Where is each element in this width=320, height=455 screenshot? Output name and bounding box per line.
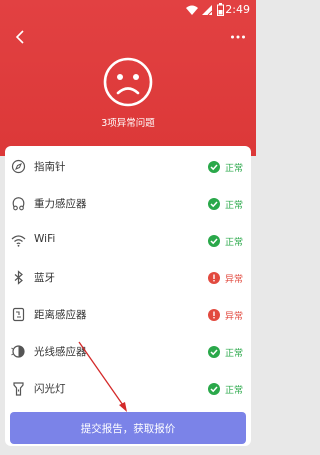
status-bar: 2:49	[0, 0, 256, 20]
check-ok-icon	[208, 346, 220, 358]
status-text: 异常	[225, 312, 244, 322]
gravity-sensor-icon	[12, 197, 25, 211]
check-label: 距离感应器	[34, 309, 87, 321]
status-time: 2:49	[225, 3, 250, 16]
flashlight-icon	[13, 382, 24, 396]
header: 2:49 3项异常问题	[0, 0, 256, 156]
check-error-icon	[208, 309, 220, 321]
check-label: 蓝牙	[34, 272, 55, 284]
check-ok-icon	[208, 235, 220, 247]
check-ok-icon	[208, 383, 220, 395]
check-ok-icon	[208, 198, 220, 210]
check-label: 指南针	[34, 161, 66, 173]
check-label: WiFi	[34, 233, 56, 245]
check-list: 指南针 正常 重力感应器 正常 WiFi 正常 蓝牙 异常 距离感应器 异常 光…	[5, 146, 251, 446]
check-row-compass: 指南针 正常	[5, 148, 251, 185]
signal-icon	[202, 5, 212, 15]
check-row-light-sensor: 光线感应器 正常	[5, 333, 251, 370]
issues-summary: 3项异常问题	[101, 118, 155, 129]
status-text: 正常	[225, 386, 244, 396]
light-sensor-icon	[11, 345, 25, 358]
submit-report-button[interactable]: 提交报告，获取报价	[10, 412, 246, 444]
status-text: 正常	[225, 164, 244, 174]
status-text: 正常	[225, 349, 244, 359]
check-row-bluetooth: 蓝牙 异常	[5, 259, 251, 296]
proximity-sensor-icon	[12, 307, 25, 322]
battery-icon	[217, 3, 224, 16]
check-label: 光线感应器	[34, 346, 87, 358]
check-label: 闪光灯	[34, 383, 66, 395]
wifi-icon	[186, 5, 198, 15]
compass-icon	[11, 159, 26, 174]
check-row-proximity-sensor: 距离感应器 异常	[5, 296, 251, 333]
status-text: 正常	[225, 238, 244, 248]
check-row-wifi: WiFi 正常	[5, 222, 251, 259]
back-arrow-icon[interactable]	[12, 28, 30, 46]
check-row-flashlight: 闪光灯 正常	[5, 370, 251, 407]
bluetooth-icon	[14, 270, 23, 285]
check-ok-icon	[208, 161, 220, 173]
check-error-icon	[208, 272, 220, 284]
sad-face-icon	[103, 57, 153, 107]
check-label: 重力感应器	[34, 198, 87, 210]
status-text: 异常	[225, 275, 244, 285]
status-text: 正常	[225, 201, 244, 211]
wifi-icon	[11, 235, 26, 247]
more-options-icon[interactable]	[230, 30, 246, 44]
check-row-gravity-sensor: 重力感应器 正常	[5, 185, 251, 222]
